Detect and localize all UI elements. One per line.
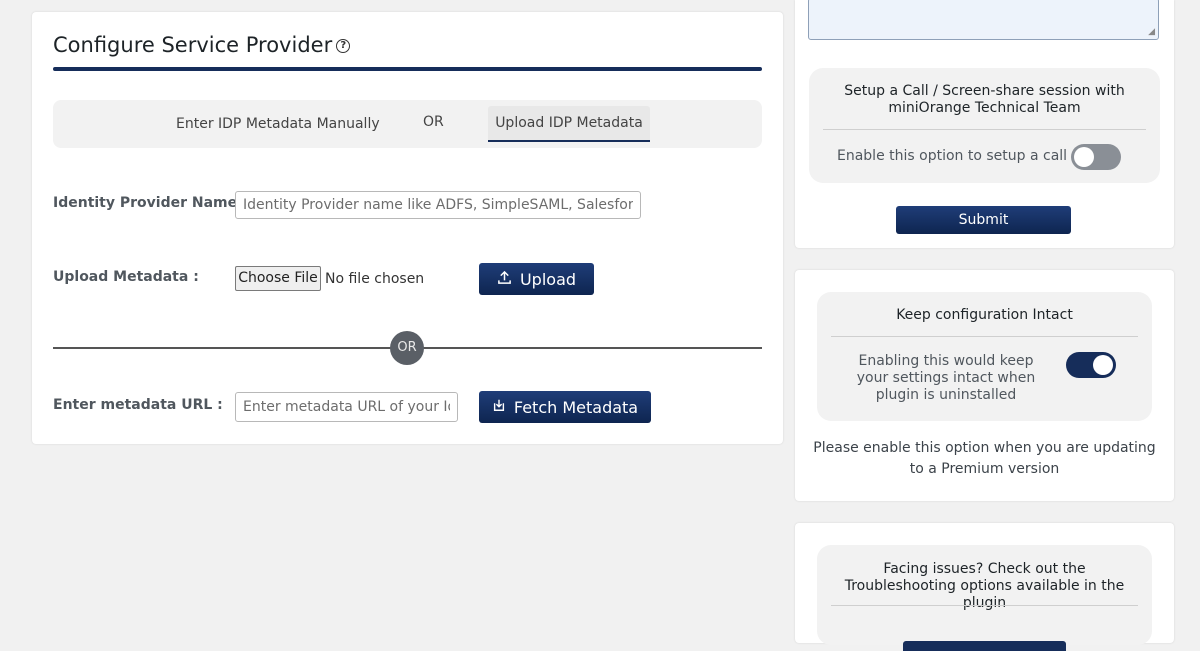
keep-configuration-toggle[interactable]	[1066, 352, 1116, 378]
upload-button-label: Upload	[519, 269, 577, 289]
title-underline	[53, 67, 762, 71]
toggle-knob	[1074, 147, 1094, 167]
file-status-text: No file chosen	[325, 271, 425, 287]
submit-button-label: Submit	[958, 212, 1009, 228]
resize-handle-icon[interactable]: ◢	[1148, 27, 1155, 37]
troubleshooting-panel: Facing issues? Check out the Troubleshoo…	[795, 523, 1174, 651]
upload-button[interactable]: Upload	[479, 263, 594, 295]
support-panel: ◢ Setup a Call / Screen-share session wi…	[795, 0, 1174, 248]
fetch-metadata-label: Fetch Metadata	[513, 397, 639, 417]
card-divider	[831, 336, 1138, 337]
idp-name-label: Identity Provider Name :	[53, 195, 248, 211]
tab-enter-manually[interactable]: Enter IDP Metadata Manually	[176, 116, 380, 132]
card-divider	[831, 605, 1138, 606]
metadata-url-input[interactable]	[235, 392, 458, 422]
or-divider-badge: OR	[390, 331, 424, 365]
choose-file-button[interactable]: Choose File	[235, 266, 321, 291]
configure-service-provider-panel: Configure Service Provider? Enter IDP Me…	[32, 12, 783, 444]
keep-configuration-panel: Keep configuration Intact Enabling this …	[795, 270, 1174, 501]
page-title-text: Configure Service Provider	[53, 33, 333, 57]
page-title: Configure Service Provider?	[53, 33, 351, 57]
download-icon	[492, 398, 506, 416]
troubleshooting-card: Facing issues? Check out the Troubleshoo…	[817, 545, 1152, 651]
fetch-metadata-button[interactable]: Fetch Metadata	[479, 391, 651, 423]
support-query-textarea[interactable]: ◢	[808, 0, 1159, 40]
setup-call-toggle[interactable]	[1071, 144, 1121, 170]
keep-configuration-card: Keep configuration Intact Enabling this …	[817, 292, 1152, 421]
metadata-url-label: Enter metadata URL :	[53, 397, 223, 413]
premium-update-note: Please enable this option when you are u…	[813, 440, 1156, 477]
tab-or-label: OR	[423, 114, 444, 130]
submit-button[interactable]: Submit	[896, 206, 1071, 234]
toggle-knob	[1093, 355, 1113, 375]
help-icon[interactable]: ?	[336, 39, 351, 53]
card-divider	[823, 129, 1146, 130]
tab-upload-metadata[interactable]: Upload IDP Metadata	[488, 106, 650, 142]
setup-call-title: Setup a Call / Screen-share session with…	[844, 83, 1125, 116]
metadata-tabs: Enter IDP Metadata Manually OR Upload ID…	[53, 100, 762, 148]
setup-call-option-label: Enable this option to setup a call	[837, 148, 1068, 164]
upload-metadata-label: Upload Metadata :	[53, 269, 199, 285]
setup-call-card: Setup a Call / Screen-share session with…	[809, 68, 1160, 183]
idp-name-input[interactable]	[235, 191, 641, 219]
upload-icon	[497, 270, 512, 289]
troubleshooting-button[interactable]	[903, 641, 1066, 651]
keep-configuration-description: Enabling this would keep your settings i…	[856, 353, 1036, 403]
keep-configuration-title: Keep configuration Intact	[896, 307, 1073, 323]
